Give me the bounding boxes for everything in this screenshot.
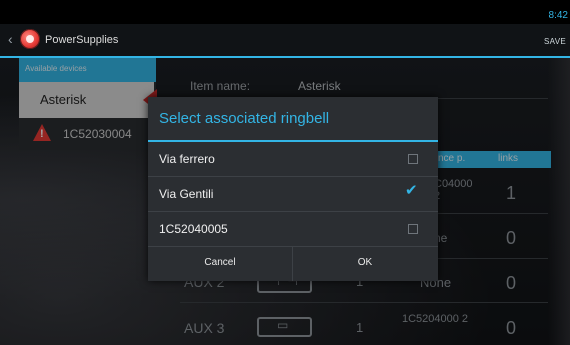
action-bar: ‹ PowerSupplies SAVE <box>0 24 570 58</box>
checkbox[interactable] <box>408 224 418 234</box>
cancel-button-label: Cancel <box>204 257 236 268</box>
option-label: Via ferrero <box>159 152 215 166</box>
dialog-title: Select associated ringbell <box>159 110 330 127</box>
checkmark-icon[interactable]: ✔ <box>405 183 418 198</box>
select-ringbell-dialog: Select associated ringbell Via ferrero V… <box>148 97 438 281</box>
status-bar: 8:42 <box>0 0 570 24</box>
app-logo-icon[interactable] <box>20 29 40 49</box>
ok-button-label: OK <box>357 257 373 268</box>
option-label: Via Gentili <box>159 187 214 201</box>
back-chevron-icon[interactable]: ‹ <box>8 31 13 47</box>
app-title: PowerSupplies <box>45 34 119 46</box>
save-button[interactable]: SAVE <box>544 37 566 46</box>
clock: 8:42 <box>548 10 568 21</box>
option-1c52040005[interactable]: 1C52040005 <box>148 212 438 246</box>
option-via-gentili[interactable]: Via Gentili ✔ <box>148 177 438 211</box>
ok-button[interactable]: OK <box>293 247 437 281</box>
cancel-button[interactable]: Cancel <box>148 247 292 281</box>
option-via-ferrero[interactable]: Via ferrero <box>148 142 438 176</box>
checkbox[interactable] <box>408 154 418 164</box>
option-label: 1C52040005 <box>159 222 228 236</box>
